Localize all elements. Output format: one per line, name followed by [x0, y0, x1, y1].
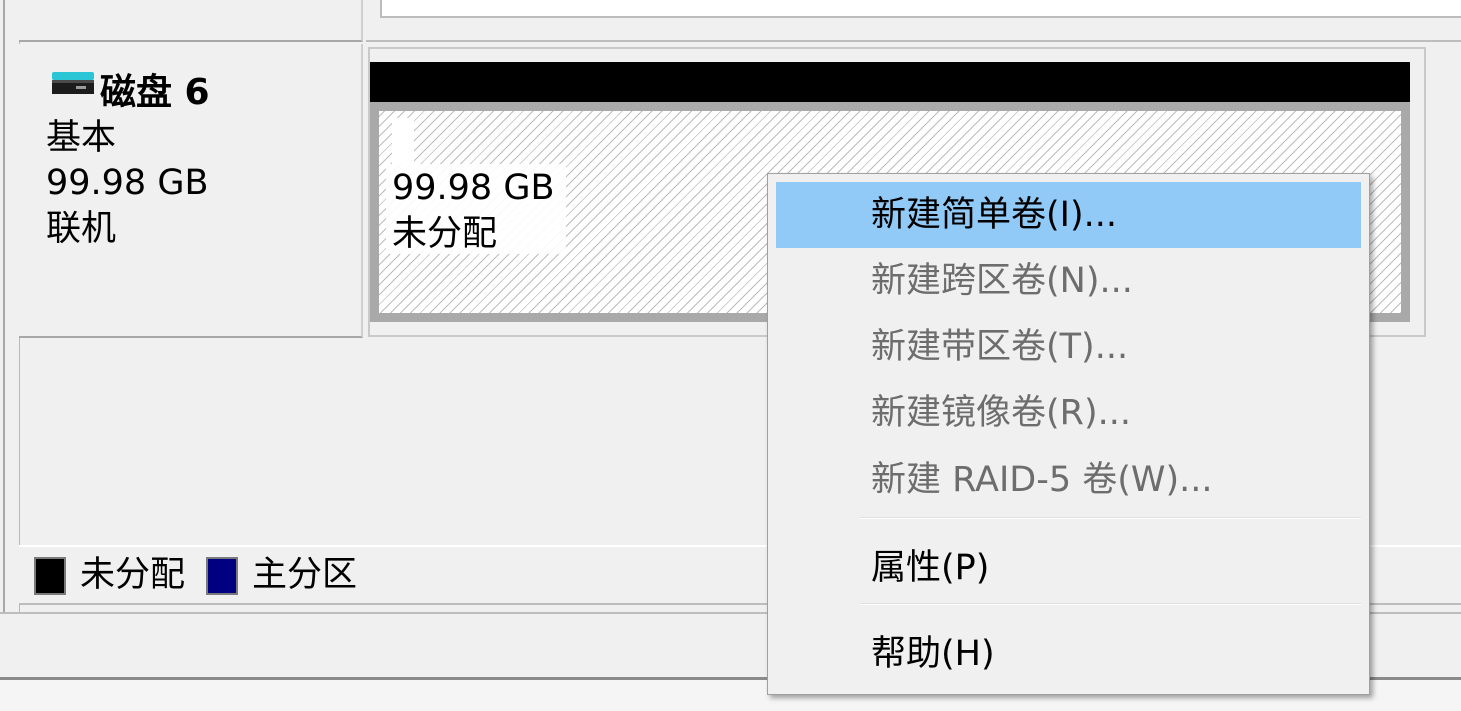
legend-swatch-unallocated	[34, 557, 66, 595]
previous-disk-partition-block[interactable]	[380, 0, 1461, 18]
menu-item-label: 新建跨区卷(N)...	[871, 261, 1133, 301]
menu-item-properties[interactable]: 属性(P)	[776, 535, 1361, 601]
menu-item-label: 新建 RAID-5 卷(W)...	[871, 460, 1213, 500]
menu-item-new-simple-volume[interactable]: 新建简单卷(I)...	[776, 182, 1361, 248]
disk-title: 磁盘 6	[100, 72, 210, 113]
window-left-border	[0, 0, 20, 612]
menu-item-help[interactable]: 帮助(H)	[776, 621, 1361, 687]
menu-item-new-raid5-volume[interactable]: 新建 RAID-5 卷(W)...	[776, 447, 1361, 513]
menu-item-new-spanned-volume[interactable]: 新建跨区卷(N)...	[776, 248, 1361, 314]
menu-item-new-mirrored-volume[interactable]: 新建镜像卷(R)...	[776, 380, 1361, 446]
disk-size: 99.98 GB	[46, 163, 209, 203]
menu-item-label: 新建简单卷(I)...	[871, 195, 1118, 235]
legend-label-unallocated: 未分配	[80, 555, 186, 595]
disk-type: 基本	[46, 118, 117, 158]
unallocated-color-bar	[370, 62, 1410, 102]
menu-item-label: 新建镜像卷(R)...	[871, 393, 1132, 433]
partition-label-backdrop	[392, 118, 414, 164]
disk-drive-icon	[52, 72, 94, 94]
disk-status: 联机	[46, 209, 117, 249]
menu-item-label: 属性(P)	[871, 548, 990, 588]
menu-item-new-striped-volume[interactable]: 新建带区卷(T)...	[776, 314, 1361, 380]
menu-item-label: 帮助(H)	[871, 634, 995, 674]
menu-separator	[860, 603, 1361, 605]
partition-size: 99.98 GB	[392, 168, 555, 208]
menu-separator	[860, 517, 1361, 519]
legend-label-primary: 主分区	[252, 555, 358, 595]
legend-swatch-primary	[206, 557, 238, 595]
partition-status: 未分配	[392, 214, 498, 254]
menu-item-label: 新建带区卷(T)...	[871, 327, 1129, 367]
previous-disk-label-panel	[19, 0, 363, 42]
